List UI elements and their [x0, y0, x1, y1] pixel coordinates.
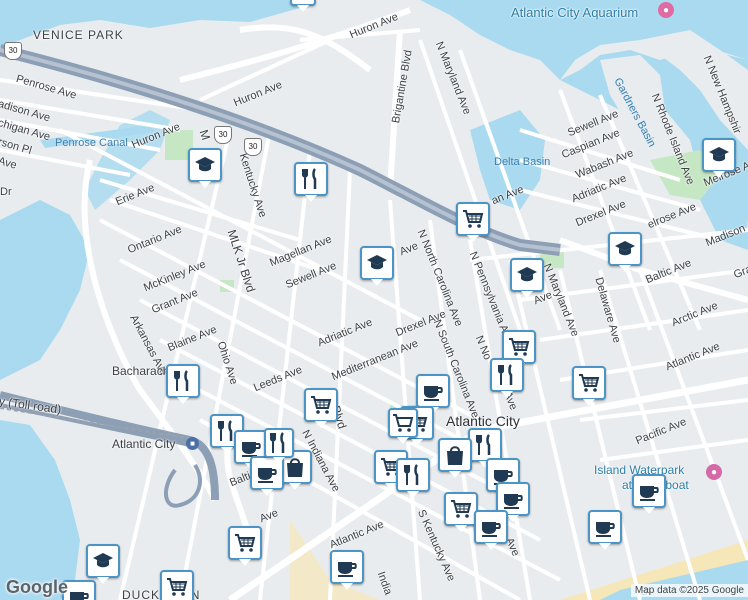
grocery-cart-icon[interactable] — [160, 570, 194, 600]
grocery-cart-icon[interactable] — [444, 492, 478, 532]
street-dr-left: Dr — [0, 186, 12, 198]
google-logo[interactable]: Google — [6, 577, 68, 598]
grocery-cart-icon[interactable] — [388, 408, 418, 444]
restaurant-icon[interactable] — [166, 364, 200, 404]
grocery-cart-icon[interactable] — [572, 366, 606, 406]
school-icon[interactable] — [608, 232, 642, 272]
coffee-cup-icon[interactable] — [416, 374, 450, 414]
place-atlantic-city-label: Atlantic City — [446, 413, 520, 429]
restaurant-icon[interactable] — [264, 428, 294, 464]
map-canvas[interactable]: VENICE PARK DUCKTOWN Atlantic City Aquar… — [0, 0, 748, 600]
restaurant-icon[interactable] — [396, 458, 430, 498]
restaurant-icon[interactable] — [490, 358, 524, 398]
route-shield-icon: 30 — [214, 126, 232, 144]
place-atlantic-city-aquarium[interactable]: Atlantic City Aquarium — [511, 5, 638, 20]
grocery-cart-icon[interactable] — [456, 202, 490, 242]
coffee-cup-icon[interactable] — [474, 510, 508, 550]
route-shield-icon: 30 — [244, 138, 262, 156]
place-delta-basin: Delta Basin — [494, 156, 551, 168]
coffee-cup-icon[interactable] — [330, 550, 364, 590]
coffee-cup-icon[interactable] — [632, 474, 666, 514]
street-bacharach: Bacharach — [112, 364, 170, 378]
school-icon[interactable] — [510, 258, 544, 298]
grocery-cart-icon[interactable] — [228, 526, 262, 566]
district-venice-park: VENICE PARK — [33, 28, 124, 42]
restaurant-icon[interactable] — [468, 428, 502, 468]
place-penrose-canal: Penrose Canal — [55, 137, 128, 149]
school-icon[interactable] — [188, 148, 222, 188]
school-icon[interactable] — [702, 138, 736, 178]
map-attribution[interactable]: Map data ©2025 Google — [630, 584, 748, 597]
route-shield-icon: 30 — [4, 42, 22, 60]
map-base-layer — [0, 0, 748, 600]
grocery-cart-icon[interactable] — [304, 388, 338, 428]
coffee-cup-icon[interactable] — [588, 510, 622, 550]
train-icon[interactable]: ■ — [186, 437, 199, 450]
water-park-icon[interactable]: ● — [706, 464, 722, 480]
camera-icon[interactable]: ● — [658, 2, 674, 18]
school-icon[interactable] — [86, 544, 120, 584]
restaurant-icon[interactable] — [294, 162, 328, 202]
school-icon[interactable] — [360, 246, 394, 286]
coffee-cup-icon[interactable] — [290, 0, 316, 12]
place-atlantic-city-station[interactable]: Atlantic City — [112, 437, 175, 451]
shopping-bag-icon[interactable] — [438, 438, 472, 478]
